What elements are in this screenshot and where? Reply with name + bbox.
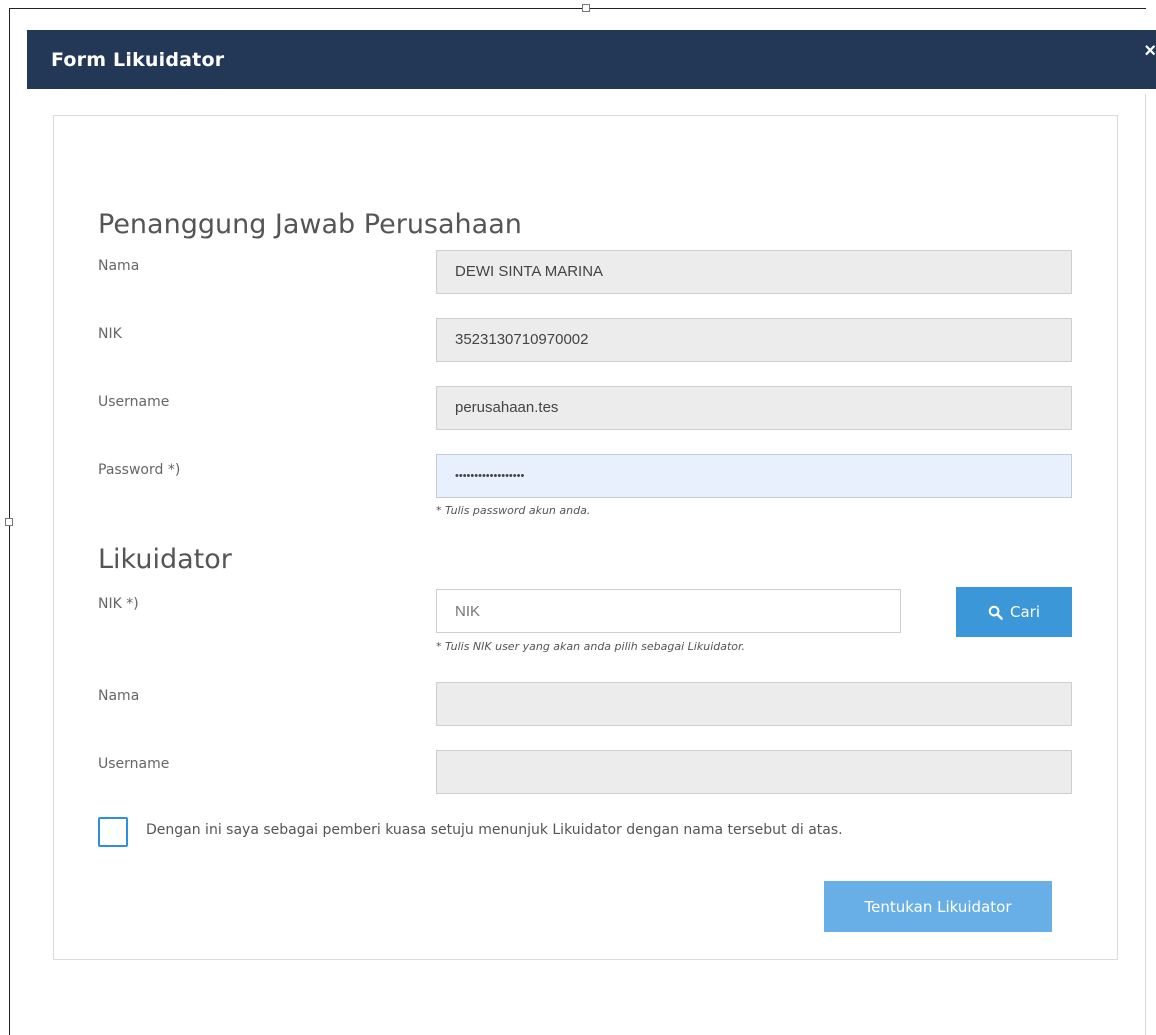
agreement-label: Dengan ini saya sebagai pemberi kuasa se… [146,822,843,838]
password-hint: * Tulis password akun anda. [436,504,591,517]
nik-label: NIK [98,326,122,342]
liquidator-nik-label: NIK *) [98,596,139,612]
password-field[interactable]: •••••••••••••••••• [436,454,1072,498]
liquidator-username-field [436,750,1072,794]
modal-header: Form Likuidator × [27,30,1156,89]
liquidator-username-label: Username [98,756,170,772]
window-border-right [1145,94,1146,1035]
liquidator-nik-input[interactable] [436,589,901,633]
agreement-checkbox[interactable] [98,817,128,847]
company-username-field: perusahaan.tes [436,386,1072,430]
resize-handle-left[interactable] [5,518,13,526]
resize-handle-top[interactable] [582,4,590,12]
modal-title: Form Likuidator [51,49,225,71]
section-title-liquidator: Likuidator [98,544,232,575]
window-border-top [9,8,1146,9]
submit-liquidator-button[interactable]: Tentukan Likuidator [824,881,1052,932]
password-label: Password *) [98,462,181,478]
search-button-label: Cari [1010,603,1040,621]
company-name-field: DEWI SINTA MARINA [436,250,1072,294]
username-label: Username [98,394,170,410]
liquidator-name-label: Nama [98,688,140,704]
close-icon[interactable]: × [1144,40,1156,63]
search-button[interactable]: Cari [956,587,1072,637]
company-nik-field: 3523130710970002 [436,318,1072,362]
section-title-company: Penanggung Jawab Perusahaan [98,209,522,240]
nik-hint: * Tulis NIK user yang akan anda pilih se… [436,640,746,653]
search-icon [988,605,1003,620]
liquidator-name-field [436,682,1072,726]
name-label: Nama [98,258,140,274]
